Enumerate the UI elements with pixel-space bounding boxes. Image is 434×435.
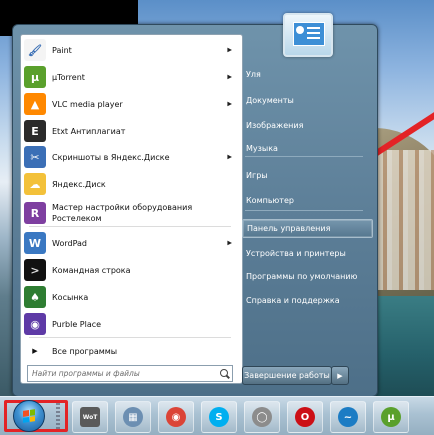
program-item[interactable]: 🖌 Paint ▶ <box>24 38 236 62</box>
right-menu-item[interactable]: Справка и поддержка <box>242 291 371 310</box>
taskbar-pinned-app[interactable]: O <box>287 401 323 433</box>
program-item[interactable]: ◉ Purble Place <box>24 312 236 336</box>
program-label-line: VLC media player <box>52 99 123 109</box>
shutdown-button[interactable]: Завершение работы <box>242 366 332 385</box>
right-menu-item[interactable]: Документы <box>242 91 371 110</box>
program-label: Командная строка <box>52 265 131 276</box>
windows-logo-icon <box>23 409 35 423</box>
user-picture[interactable] <box>283 13 333 57</box>
wordpad-icon: W <box>24 232 46 254</box>
taskbar-pinned-app[interactable]: ◉ <box>158 401 194 433</box>
right-pane-divider <box>245 156 363 157</box>
program-item[interactable]: ♠ Косынка <box>24 285 236 309</box>
taskbar-grip <box>56 403 60 429</box>
program-label: VLC media player <box>52 99 123 110</box>
right-pane-divider <box>245 210 363 211</box>
program-label-line: Мастер настройки оборудования <box>52 203 193 212</box>
program-item[interactable]: R Мастер настройки оборудования Ростелеком <box>24 198 236 228</box>
paint-icon: 🖌 <box>24 39 46 61</box>
program-label-line: Paint <box>52 45 72 55</box>
program-label: Paint <box>52 45 72 56</box>
program-item[interactable]: W WordPad ▶ <box>24 231 236 255</box>
bird-app-icon: ~ <box>338 407 358 427</box>
program-label: Etxt Антиплагиат <box>52 126 125 137</box>
search-input[interactable]: Найти программы и файлы <box>27 365 233 382</box>
programs-divider <box>29 337 231 338</box>
program-label-line: µTorrent <box>52 72 85 82</box>
program-item[interactable]: ☁ Яндекс.Диск <box>24 172 236 196</box>
utorrent-icon: µ <box>24 66 46 88</box>
all-programs-button[interactable]: ▶ Все программы <box>24 343 236 359</box>
vlc-icon: ▲ <box>24 93 46 115</box>
search-placeholder: Найти программы и файлы <box>32 369 140 378</box>
rostelecom-icon: R <box>24 202 46 224</box>
etxt-icon: E <box>24 120 46 142</box>
all-programs-arrow-icon: ▶ <box>32 347 38 355</box>
program-label: Purble Place <box>52 319 101 330</box>
right-menu-item[interactable]: Устройства и принтеры <box>242 244 371 263</box>
right-menu-item[interactable]: Изображения <box>242 116 371 135</box>
taskbar-pinned-app[interactable]: ◯ <box>244 401 280 433</box>
program-label: Мастер настройки оборудования Ростелеком <box>52 202 192 224</box>
program-label-line: Косынка <box>52 292 89 302</box>
program-label-line: Скриншоты в Яндекс.Диске <box>52 152 170 162</box>
taskbar-pinned-app[interactable]: µ <box>373 401 409 433</box>
program-label: Косынка <box>52 292 88 303</box>
calculator-icon: ▦ <box>123 407 143 427</box>
submenu-arrow-icon[interactable]: ▶ <box>227 240 232 247</box>
program-label: Яндекс.Диск <box>52 179 106 190</box>
user-picture-icon <box>293 22 325 46</box>
program-label-line: Etxt Антиплагиат <box>52 126 126 136</box>
opera-icon: O <box>295 407 315 427</box>
utorrent-taskbar-icon: µ <box>381 407 401 427</box>
program-label: WordPad <box>52 238 87 249</box>
program-label-line: Яндекс.Диск <box>52 179 106 189</box>
program-item[interactable]: ✂ Скриншоты в Яндекс.Диске ▶ <box>24 145 236 169</box>
purble-place-icon: ◉ <box>24 313 46 335</box>
right-menu-item[interactable]: Уля <box>242 65 371 84</box>
right-menu-item[interactable]: Компьютер <box>242 191 371 210</box>
submenu-arrow-icon[interactable]: ▶ <box>227 101 232 108</box>
submenu-arrow-icon[interactable]: ▶ <box>227 154 232 161</box>
start-button[interactable] <box>13 400 45 432</box>
search-icon[interactable] <box>218 367 232 380</box>
programs-pane: 🖌 Paint ▶ µ µTorrent ▶ ▲ VLC media player ▶ E Etxt… <box>20 34 243 384</box>
right-menu-item[interactable]: Игры <box>242 166 371 185</box>
all-programs-label: Все программы <box>52 346 118 356</box>
taskbar-pinned-app[interactable]: ▦ <box>115 401 151 433</box>
yandex-disk-icon: ☁ <box>24 173 46 195</box>
program-item[interactable]: µ µTorrent ▶ <box>24 65 236 89</box>
taskbar: WoT ▦ ◉ S ◯ O ~ µ <box>0 396 434 435</box>
submenu-arrow-icon[interactable]: ▶ <box>227 47 232 54</box>
program-item[interactable]: > Командная строка <box>24 258 236 282</box>
skype-icon: S <box>209 407 229 427</box>
right-menu-item[interactable]: Программы по умолчанию <box>242 267 371 286</box>
start-menu: 🖌 Paint ▶ µ µTorrent ▶ ▲ VLC media player ▶ E Etxt… <box>12 13 378 397</box>
solitaire-icon: ♠ <box>24 286 46 308</box>
world-of-tanks-icon: WoT <box>80 407 100 427</box>
taskbar-pinned-app[interactable]: S <box>201 401 237 433</box>
program-label-line: Командная строка <box>52 265 131 275</box>
program-label: µTorrent <box>52 72 85 83</box>
program-label-line: Ростелеком <box>52 214 102 223</box>
program-label-line: WordPad <box>52 238 88 248</box>
taskbar-pinned-app[interactable]: ~ <box>330 401 366 433</box>
mouse-app-icon: ◯ <box>252 407 272 427</box>
yandex-screenshot-icon: ✂ <box>24 146 46 168</box>
taskbar-pinned-app[interactable]: WoT <box>72 401 108 433</box>
submenu-arrow-icon[interactable]: ▶ <box>227 74 232 81</box>
program-label: Скриншоты в Яндекс.Диске <box>52 152 170 163</box>
chrome-icon: ◉ <box>166 407 186 427</box>
right-menu-item[interactable]: Панель управления <box>242 219 373 238</box>
shutdown-options-arrow[interactable]: ▶ <box>331 366 349 385</box>
program-label-line: Purble Place <box>52 319 102 329</box>
program-item[interactable]: E Etxt Антиплагиат <box>24 119 236 143</box>
recent-divider <box>29 226 231 227</box>
program-item[interactable]: ▲ VLC media player ▶ <box>24 92 236 116</box>
cmd-icon: > <box>24 259 46 281</box>
